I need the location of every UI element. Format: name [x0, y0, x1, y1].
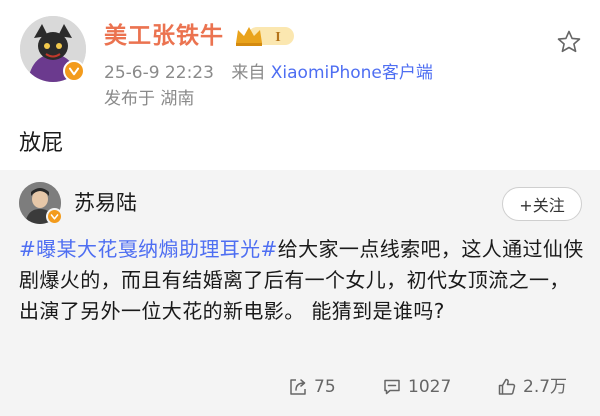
comment-icon [384, 379, 400, 395]
repost-button[interactable]: 75 [288, 372, 336, 402]
repost-author-name[interactable]: 苏易陆 [74, 189, 137, 217]
hashtag-link[interactable]: #曝某大花戛纳煽助理耳光# [19, 237, 278, 261]
post-text: 放屁 [19, 131, 64, 156]
comment-count: 1027 [408, 377, 452, 397]
like-icon [498, 378, 516, 395]
post-meta: 25-6-9 22:23 来自 XiaomiPhone客户端 [104, 62, 433, 84]
comment-button[interactable]: 1027 [382, 372, 451, 402]
client-link[interactable]: XiaomiPhone客户端 [271, 63, 433, 83]
post-timestamp: 25-6-9 22:23 [104, 63, 214, 83]
action-bar: 75 1027 2.7万 [0, 372, 600, 402]
repost-text: #曝某大花戛纳煽助理耳光#给大家一点线索吧，这人通过仙侠剧爆火的，而且有结婚离了… [19, 234, 589, 327]
post-location: 发布于 湖南 [104, 89, 195, 109]
badge-level: I [275, 30, 280, 45]
like-button[interactable]: 2.7万 [497, 372, 567, 402]
crown-icon[interactable]: I [234, 24, 296, 48]
source-prefix: 来自 [231, 63, 266, 83]
repost-count: 75 [314, 377, 336, 397]
repost-card[interactable]: 苏易陆 +关注 #曝某大花戛纳煽助理耳光#给大家一点线索吧，这人通过仙侠剧爆火的… [0, 170, 600, 416]
author-name[interactable]: 美工张铁牛 [104, 21, 224, 51]
verified-icon [63, 60, 85, 82]
verified-icon [46, 208, 63, 225]
like-count: 2.7万 [523, 377, 568, 397]
star-icon[interactable] [556, 29, 582, 55]
follow-button[interactable]: +关注 [502, 187, 582, 221]
share-icon [290, 379, 306, 395]
